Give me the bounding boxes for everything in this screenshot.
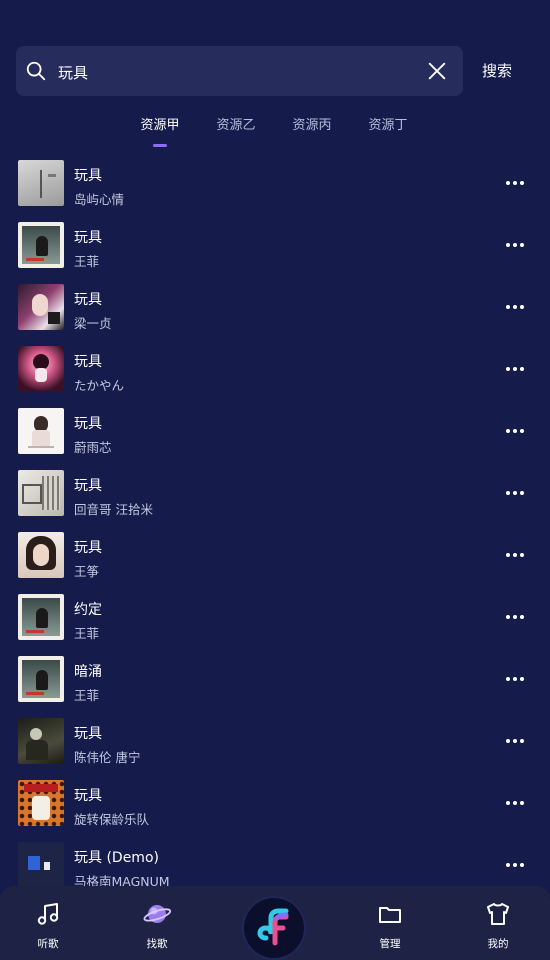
list-item[interactable]: 玩具 たかやん: [0, 340, 550, 402]
more-options-icon[interactable]: [500, 294, 530, 320]
list-item[interactable]: 玩具 王菲: [0, 216, 550, 278]
search-input[interactable]: [56, 46, 420, 98]
tab-label: 资源乙: [216, 118, 256, 133]
list-item[interactable]: 玩具 回音哥 汪拾米: [0, 464, 550, 526]
nav-manage[interactable]: 管理: [350, 886, 430, 960]
song-artist: 回音哥 汪拾米: [74, 502, 153, 517]
list-item[interactable]: 玩具 蔚雨芯: [0, 402, 550, 464]
more-options-icon[interactable]: [500, 604, 530, 630]
tshirt-icon: [487, 903, 509, 925]
list-item[interactable]: 玩具 陈伟伦 唐宁: [0, 712, 550, 774]
song-title: 约定: [74, 602, 102, 618]
song-title: 玩具: [74, 230, 102, 246]
more-options-icon[interactable]: [500, 356, 530, 382]
song-title: 玩具: [74, 788, 102, 804]
song-artist: 陈伟伦 唐宁: [74, 750, 141, 765]
nav-label: 管理: [379, 938, 401, 950]
more-options-icon[interactable]: [500, 542, 530, 568]
song-title: 玩具: [74, 292, 102, 308]
song-artist: 王筝: [74, 564, 100, 579]
folder-icon: [379, 907, 401, 923]
tab-source-b[interactable]: 资源乙: [206, 114, 266, 133]
album-cover: [18, 532, 64, 578]
tab-label: 资源丙: [292, 118, 332, 133]
tab-source-c[interactable]: 资源丙: [282, 114, 342, 133]
album-cover: [18, 346, 64, 392]
album-cover: [18, 284, 64, 330]
list-item[interactable]: 玩具 王筝: [0, 526, 550, 588]
clear-icon[interactable]: [426, 60, 448, 82]
tab-label: 资源甲: [140, 118, 180, 133]
more-options-icon[interactable]: [500, 666, 530, 692]
song-artist: 王菲: [74, 626, 100, 641]
song-artist: 梁一贞: [74, 316, 112, 331]
album-cover: [18, 594, 64, 640]
album-cover: [18, 222, 64, 268]
source-tabs: 资源甲 资源乙 资源丙 资源丁: [0, 108, 550, 148]
song-title: 玩具: [74, 726, 102, 742]
song-artist: 王菲: [74, 688, 100, 703]
song-artist: 蔚雨芯: [74, 440, 112, 455]
song-artist: たかやん: [74, 378, 125, 393]
nav-label: 听歌: [37, 938, 59, 950]
nav-label: 我的: [487, 938, 509, 950]
more-options-icon[interactable]: [500, 480, 530, 506]
more-options-icon[interactable]: [500, 728, 530, 754]
album-cover: [18, 470, 64, 516]
list-item[interactable]: 暗涌 王菲: [0, 650, 550, 712]
list-item[interactable]: 玩具 岛屿心情: [0, 154, 550, 216]
more-options-icon[interactable]: [500, 852, 530, 878]
app-logo-icon: [257, 908, 289, 946]
list-item[interactable]: 约定 王菲: [0, 588, 550, 650]
song-title: 暗涌: [74, 664, 102, 680]
more-options-icon[interactable]: [500, 790, 530, 816]
nav-discover[interactable]: 找歌: [117, 886, 197, 960]
song-title: 玩具 (Demo): [74, 850, 159, 866]
more-options-icon[interactable]: [500, 170, 530, 196]
album-cover: [18, 408, 64, 454]
list-item[interactable]: 玩具 旋转保龄乐队: [0, 774, 550, 836]
song-title: 玩具: [74, 168, 102, 184]
center-app-button[interactable]: [244, 898, 304, 958]
album-cover: [18, 160, 64, 206]
search-button[interactable]: 搜索: [482, 46, 512, 96]
planet-icon: [143, 905, 171, 923]
app-screen: 搜索 资源甲 资源乙 资源丙 资源丁 玩具 岛屿心情: [0, 0, 550, 960]
nav-listen[interactable]: 听歌: [8, 886, 88, 960]
result-list: 玩具 岛屿心情 玩具 王菲 玩具 梁一贞 玩具 たかやん 玩具 蔚雨芯 玩具 回…: [0, 154, 550, 898]
active-tab-indicator: [153, 144, 167, 147]
song-title: 玩具: [74, 478, 102, 494]
search-bar: 搜索: [16, 46, 534, 98]
search-box[interactable]: [16, 46, 463, 98]
album-cover: [18, 780, 64, 826]
album-cover: [18, 718, 64, 764]
song-title: 玩具: [74, 416, 102, 432]
song-artist: 岛屿心情: [74, 192, 125, 207]
album-cover: [18, 842, 64, 888]
music-note-icon: [37, 903, 59, 925]
more-options-icon[interactable]: [500, 418, 530, 444]
song-artist: 旋转保龄乐队: [74, 812, 150, 827]
tab-source-d[interactable]: 资源丁: [358, 114, 418, 133]
tab-label: 资源丁: [368, 118, 408, 133]
song-title: 玩具: [74, 540, 102, 556]
song-title: 玩具: [74, 354, 102, 370]
tab-source-a[interactable]: 资源甲: [130, 114, 190, 147]
more-options-icon[interactable]: [500, 232, 530, 258]
nav-label: 找歌: [146, 938, 168, 950]
list-item[interactable]: 玩具 梁一贞: [0, 278, 550, 340]
song-artist: 王菲: [74, 254, 100, 269]
album-cover: [18, 656, 64, 702]
nav-mine[interactable]: 我的: [458, 886, 538, 960]
search-icon: [26, 61, 46, 81]
